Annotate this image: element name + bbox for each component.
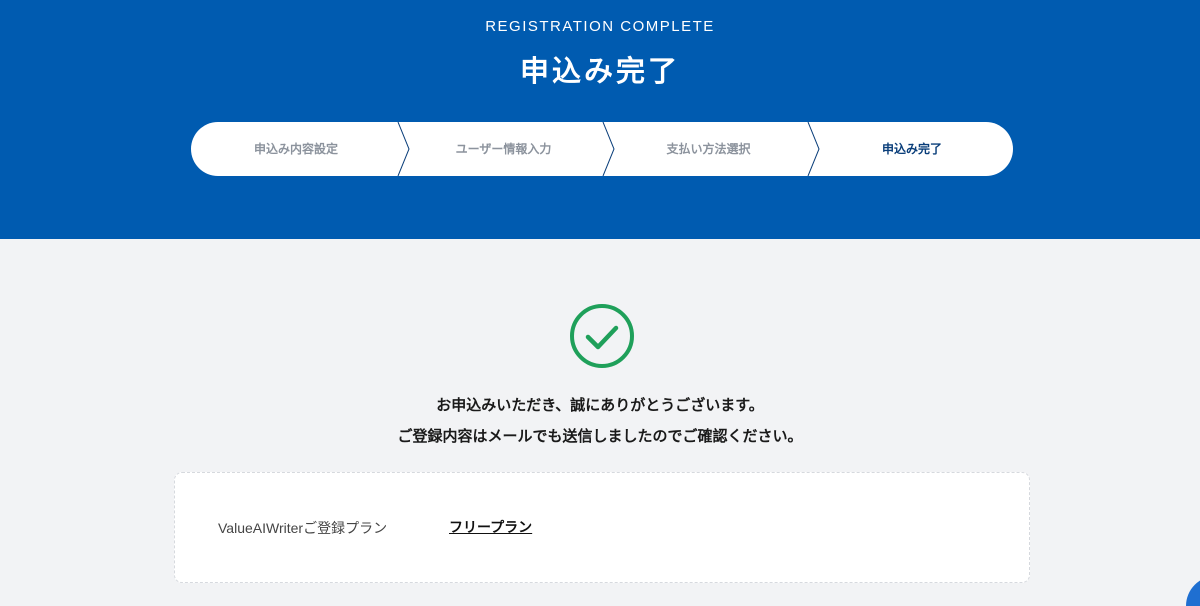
check-circle-icon [570, 304, 634, 368]
header-subtitle: REGISTRATION COMPLETE [485, 18, 715, 35]
step-user-info: ユーザー情報入力 [455, 142, 552, 156]
page-title: 申込み完了 [519, 54, 680, 88]
header-banner: REGISTRATION COMPLETE 申込み完了 申込み内容設定 ユーザー… [0, 0, 1200, 239]
thank-you-message: お申込みいただき、誠にありがとうございます。 [436, 396, 764, 414]
step-payment-method: 支払い方法選択 [666, 142, 751, 156]
chat-icon[interactable] [1186, 576, 1200, 606]
step-settings: 申込み内容設定 [253, 142, 338, 156]
step-complete: 申込み完了 [881, 142, 942, 156]
progress-steps: 申込み内容設定 ユーザー情報入力 支払い方法選択 申込み完了 [191, 122, 1013, 176]
email-confirmation-message: ご登録内容はメールでも送信しましたのでご確認ください。 [397, 427, 803, 445]
plan-link[interactable]: フリープラン [449, 517, 532, 537]
plan-card: ValueAIWriterご登録プラン フリープラン [174, 472, 1030, 583]
plan-label: ValueAIWriterご登録プラン [218, 520, 388, 536]
